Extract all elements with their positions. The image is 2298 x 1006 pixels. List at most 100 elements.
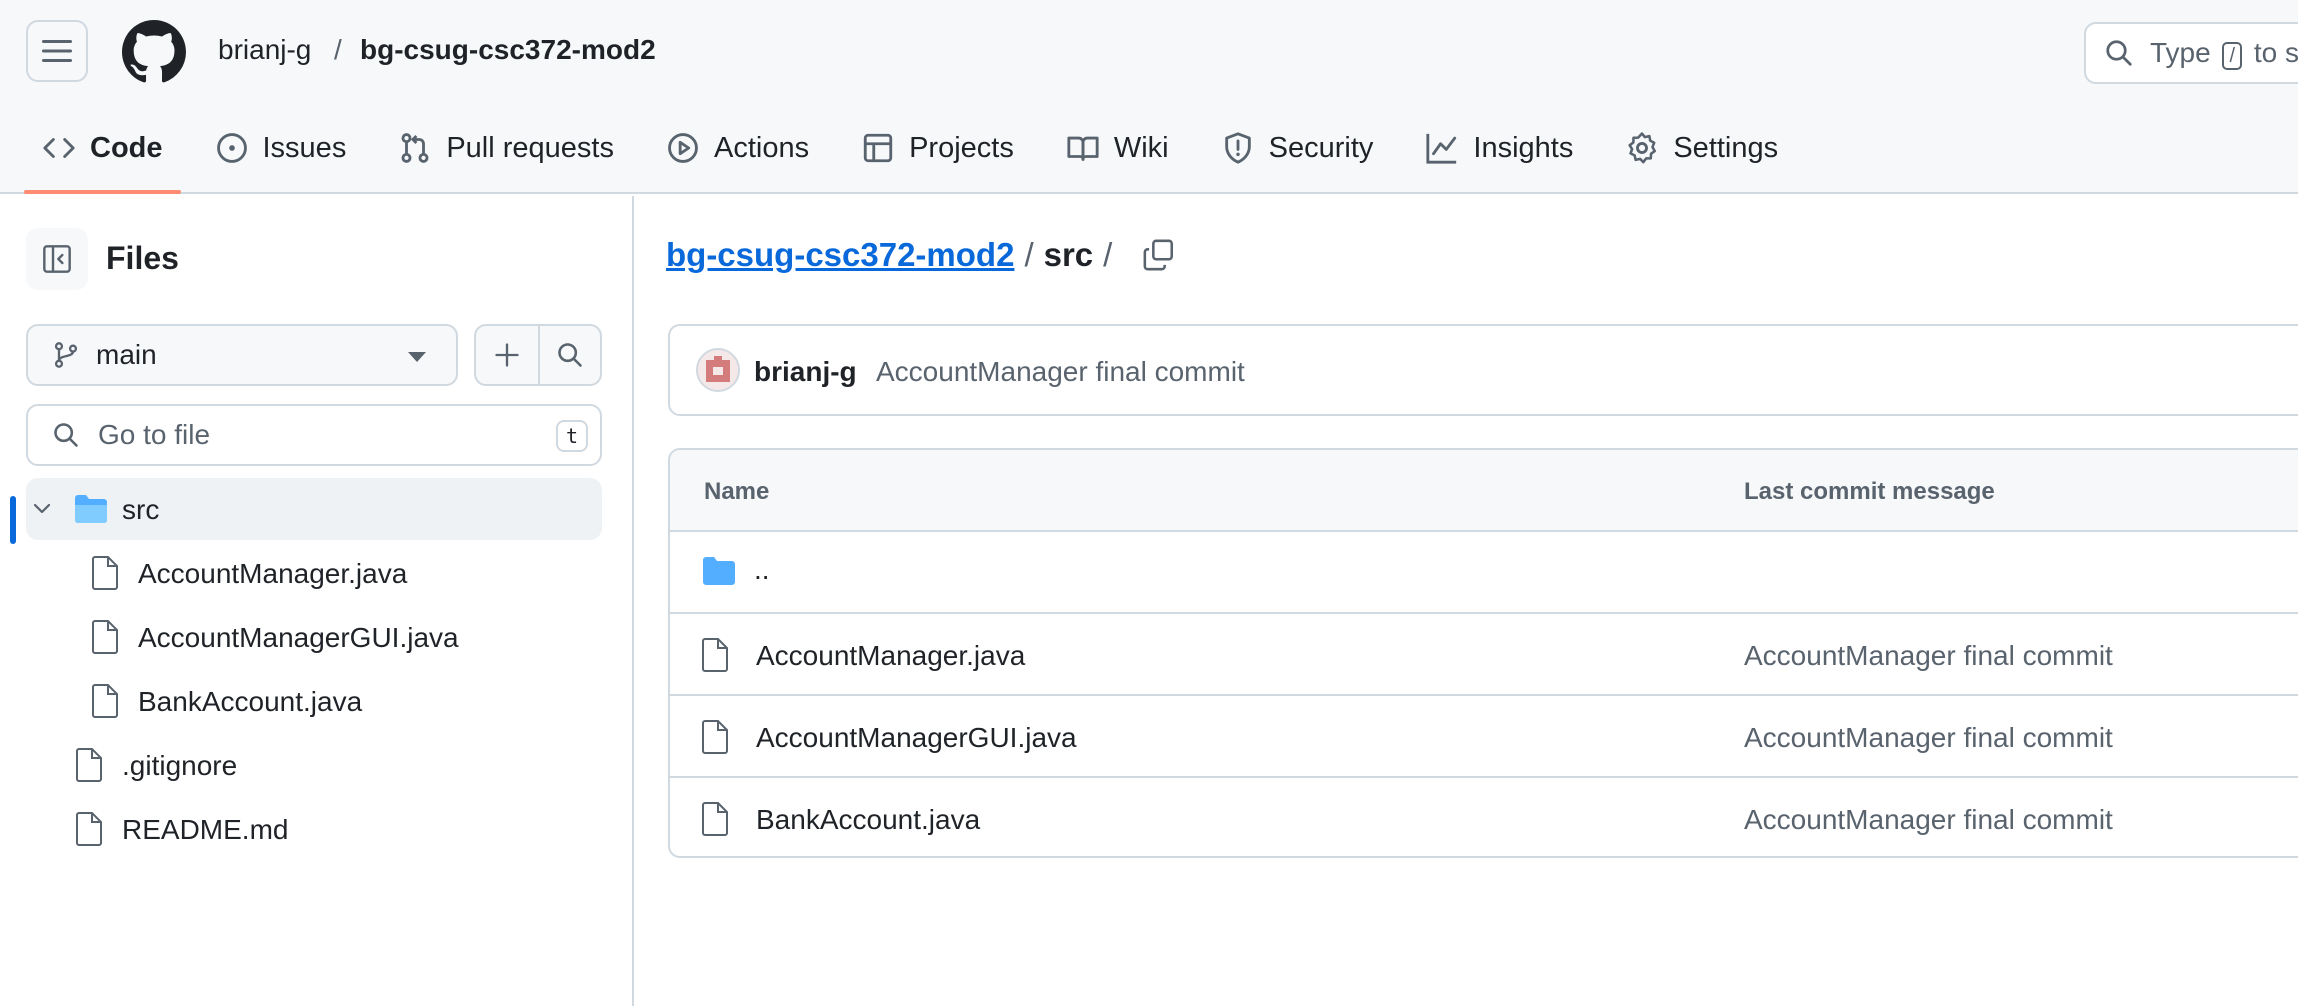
tree-item-file[interactable]: AccountManager.java <box>26 542 602 604</box>
tree-item-file[interactable]: .gitignore <box>26 734 602 796</box>
file-icon <box>92 620 118 654</box>
collapse-sidebar-button[interactable] <box>26 228 88 290</box>
go-to-file-placeholder: Go to file <box>98 419 211 450</box>
plus-icon <box>495 343 519 367</box>
table-row[interactable]: AccountManager.java AccountManager final… <box>670 614 2298 696</box>
go-to-file-input[interactable]: Go to file t <box>26 404 602 466</box>
tab-actions-label: Actions <box>713 131 810 164</box>
file-icon <box>702 720 728 754</box>
go-to-file-shortcut: t <box>555 420 588 452</box>
path-current-folder: src <box>1043 236 1094 273</box>
gear-icon <box>1628 132 1657 164</box>
tab-code[interactable]: Code <box>24 118 181 194</box>
tree-item-file[interactable]: AccountManagerGUI.java <box>26 606 602 668</box>
tab-insights-label: Insights <box>1473 131 1574 164</box>
tree-item-label: AccountManagerGUI.java <box>138 622 459 653</box>
tree-actions-group <box>474 324 602 386</box>
parent-dir-link[interactable]: .. <box>754 554 770 586</box>
github-logo-icon[interactable] <box>122 20 186 84</box>
directory-file-table: Name Last commit message .. AccountManag… <box>668 448 2298 858</box>
commit-author-link[interactable]: brianj-g <box>754 356 857 388</box>
tree-item-label: BankAccount.java <box>138 686 363 717</box>
table-row[interactable]: BankAccount.java AccountManager final co… <box>670 778 2298 856</box>
branch-name: main <box>96 339 157 370</box>
tab-projects[interactable]: Projects <box>843 118 1032 178</box>
commit-message-link[interactable]: AccountManager final commit <box>1744 640 2113 672</box>
commit-message-link[interactable]: AccountManager final commit <box>1744 804 2113 836</box>
file-icon <box>702 638 728 672</box>
path-root-link[interactable]: bg-csug-csc372-mod2 <box>666 236 1014 274</box>
repo-nav-tabs: Code Issues Pull requests Actions Projec… <box>24 118 1796 194</box>
tab-code-label: Code <box>90 131 163 164</box>
folder-icon <box>703 557 735 585</box>
tab-pull-requests-label: Pull requests <box>446 131 614 164</box>
path-separator: / <box>1103 236 1113 273</box>
search-icon <box>558 343 582 367</box>
sidebar-collapse-icon <box>43 245 71 273</box>
commit-message-link[interactable]: AccountManager final commit <box>1744 722 2113 754</box>
breadcrumb-owner-link[interactable]: brianj-g <box>218 34 311 66</box>
tree-item-label: README.md <box>122 814 289 845</box>
table-header: Name Last commit message <box>670 450 2298 532</box>
search-shortcut-key: / <box>2222 41 2243 70</box>
path-separator: / <box>1024 236 1034 273</box>
folder-open-icon <box>75 495 107 523</box>
tab-wiki[interactable]: Wiki <box>1048 118 1187 178</box>
file-name-link[interactable]: BankAccount.java <box>756 804 980 836</box>
branch-selector-button[interactable]: main <box>26 324 458 386</box>
git-pull-request-icon <box>401 133 429 163</box>
file-icon <box>702 802 728 836</box>
tab-security-label: Security <box>1268 131 1374 164</box>
file-icon <box>76 748 102 782</box>
chevron-down-icon <box>408 352 426 362</box>
issue-opened-icon <box>216 133 247 163</box>
tab-insights[interactable]: Insights <box>1407 118 1591 178</box>
search-files-button[interactable] <box>538 326 600 384</box>
file-icon <box>76 812 102 846</box>
tree-item-file[interactable]: BankAccount.java <box>26 670 602 732</box>
files-heading: Files <box>106 240 179 276</box>
tree-item-label: .gitignore <box>122 750 238 781</box>
tree-item-src-folder[interactable]: src <box>26 478 602 540</box>
tab-settings[interactable]: Settings <box>1607 118 1796 178</box>
search-hint-prefix: Type <box>2150 36 2211 68</box>
git-branch-icon <box>54 342 78 368</box>
add-file-button[interactable] <box>476 326 538 384</box>
tree-item-file[interactable]: README.md <box>26 798 602 860</box>
breadcrumb-separator: / <box>334 34 342 65</box>
book-icon <box>1067 136 1099 161</box>
commit-message-link[interactable]: AccountManager final commit <box>876 356 1245 388</box>
avatar[interactable] <box>696 348 740 392</box>
file-icon <box>92 556 118 590</box>
graph-icon <box>1426 133 1457 164</box>
play-icon <box>668 133 698 163</box>
hamburger-icon <box>42 40 72 62</box>
identicon-icon <box>698 350 738 390</box>
tab-issues-label: Issues <box>262 131 347 164</box>
selected-indicator <box>10 496 16 544</box>
tab-security[interactable]: Security <box>1203 118 1392 178</box>
file-name-link[interactable]: AccountManagerGUI.java <box>756 722 1077 754</box>
latest-commit-box: brianj-g AccountManager final commit <box>668 324 2298 416</box>
tab-actions[interactable]: Actions <box>648 118 827 178</box>
search-icon <box>54 423 78 447</box>
menu-button[interactable] <box>26 20 88 82</box>
copy-icon[interactable] <box>1142 238 1176 272</box>
global-search-input[interactable]: Type / to s <box>2084 22 2298 84</box>
table-row-parent-dir[interactable]: .. <box>670 532 2298 614</box>
breadcrumb-repo-link[interactable]: bg-csug-csc372-mod2 <box>360 34 656 66</box>
tree-item-label: AccountManager.java <box>138 558 408 589</box>
chevron-down-icon[interactable] <box>32 500 52 518</box>
tree-item-label: src <box>122 494 160 525</box>
code-icon <box>43 138 75 158</box>
shield-icon <box>1224 132 1251 164</box>
column-header-name: Name <box>704 478 770 505</box>
tab-settings-label: Settings <box>1673 131 1779 164</box>
column-header-last-commit: Last commit message <box>1744 478 1995 505</box>
table-icon <box>863 133 893 163</box>
file-name-link[interactable]: AccountManager.java <box>756 640 1025 672</box>
table-row[interactable]: AccountManagerGUI.java AccountManager fi… <box>670 696 2298 778</box>
tab-wiki-label: Wiki <box>1113 131 1169 164</box>
tab-pull-requests[interactable]: Pull requests <box>380 118 632 178</box>
tab-issues[interactable]: Issues <box>197 118 365 178</box>
